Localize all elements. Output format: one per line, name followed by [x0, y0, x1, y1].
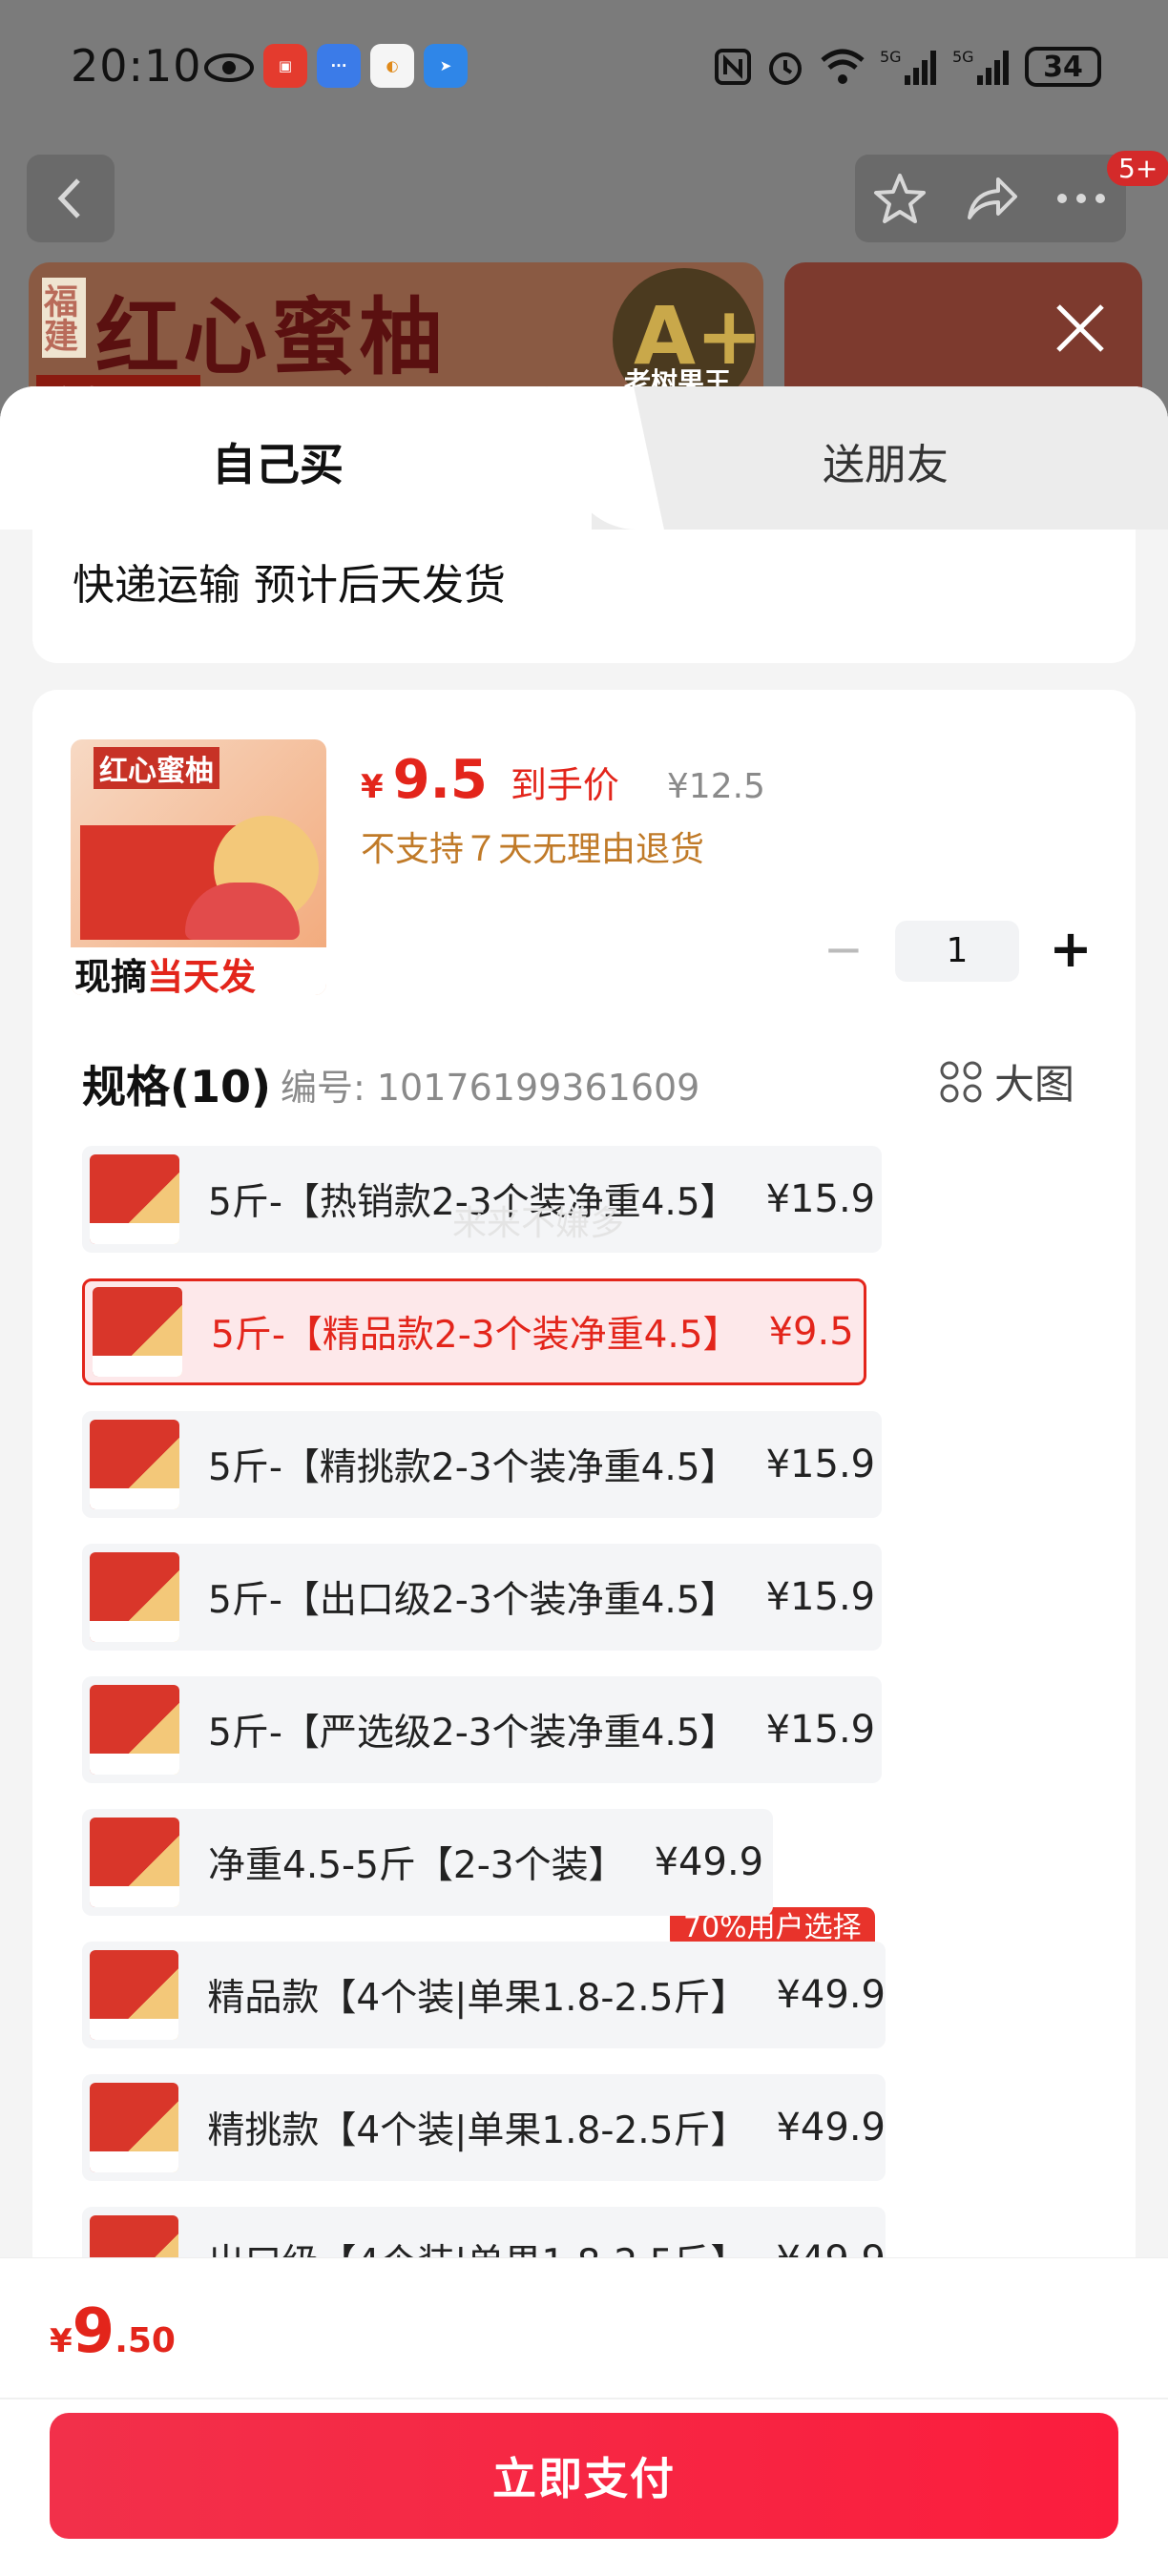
star-icon[interactable]	[871, 170, 928, 227]
alarm-icon	[769, 52, 802, 85]
option-price: ¥15.9	[765, 1443, 876, 1486]
thumbnail-caption-a: 现摘	[74, 956, 148, 995]
total-symbol: ¥	[50, 2322, 73, 2360]
status-bar: 20:10 ▣ ··· ◐ ➤ 5G 5G 34	[0, 0, 1168, 134]
battery-indicator: 34	[1025, 47, 1101, 87]
spec-option[interactable]: 5斤-【精挑款2-3个装净重4.5】 ¥15.9	[82, 1411, 882, 1518]
thumbnail-title: 红心蜜柚	[94, 747, 219, 789]
total-decimal: .50	[115, 2321, 176, 2360]
big-image-label: 大图	[994, 1061, 1075, 1108]
option-label: 精品款【4个装|单果1.8-2.5斤】	[207, 1977, 748, 2020]
option-price: ¥49.9	[654, 1840, 764, 1884]
signal-5g-icon: 5G	[952, 48, 1009, 85]
option-label: 精挑款【4个装|单果1.8-2.5斤】	[207, 2109, 748, 2152]
banner-side-text: 福建	[38, 278, 86, 358]
wifi-icon	[821, 49, 865, 84]
option-label: 5斤-【精挑款2-3个装净重4.5】	[208, 1446, 738, 1489]
header-actions	[855, 155, 1126, 242]
thumbnail-caption-b: 当天发	[147, 956, 257, 995]
option-thumbnail	[90, 1420, 179, 1509]
big-image-button[interactable]: 大图	[939, 1052, 1074, 1111]
nfc-icon	[715, 49, 751, 85]
svg-text:5G: 5G	[952, 48, 974, 66]
status-time: 20:10	[71, 40, 202, 92]
option-thumbnail	[93, 1287, 182, 1377]
chevron-left-icon	[57, 178, 80, 218]
option-thumbnail	[90, 1552, 179, 1642]
tab-send-to-friend[interactable]: 送朋友	[823, 430, 949, 491]
option-label: 净重4.5-5斤【2-3个装】	[208, 1844, 626, 1887]
app-icon: ◐	[370, 44, 414, 88]
purchase-tabs: 自己买 送朋友	[0, 386, 1168, 530]
option-thumbnail	[90, 2083, 179, 2172]
divider	[0, 2398, 1168, 2399]
price-line: ¥ 9.5 到手价 ¥12.5	[361, 749, 765, 811]
svg-text:5G: 5G	[880, 48, 902, 66]
option-price: ¥49.9	[776, 1973, 886, 2017]
spec-heading: 规格(10)	[82, 1061, 272, 1112]
total-price: ¥ 9 .50	[50, 2296, 176, 2367]
quantity-value[interactable]: 1	[895, 921, 1019, 982]
message-icon: ···	[317, 44, 361, 88]
original-price: ¥12.5	[666, 767, 765, 806]
shipping-info: 快递运输 预计后天发货	[73, 561, 506, 610]
option-price: ¥15.9	[765, 1575, 876, 1619]
spec-option-selected[interactable]: 5斤-【精品款2-3个装净重4.5】 ¥9.5	[82, 1278, 866, 1385]
increase-button[interactable]: +	[1042, 923, 1099, 980]
option-label: 5斤-【严选级2-3个装净重4.5】	[208, 1712, 738, 1755]
option-thumbnail	[90, 1154, 179, 1244]
option-price: ¥15.9	[765, 1708, 876, 1752]
option-thumbnail	[90, 1950, 179, 2040]
option-price: ¥15.9	[765, 1177, 876, 1221]
spec-option[interactable]: 精挑款【4个装|单果1.8-2.5斤】 ¥49.9	[82, 2074, 886, 2181]
share-icon[interactable]	[962, 170, 1019, 227]
price-label: 到手价	[510, 764, 619, 806]
tab-buy-for-self[interactable]: 自己买	[212, 430, 344, 493]
message-badge: 5+	[1107, 151, 1168, 186]
status-indicators: 5G 5G 34	[714, 42, 1101, 92]
close-icon[interactable]	[1047, 295, 1114, 362]
product-thumbnail[interactable]: 红心蜜柚 现摘当天发	[71, 739, 326, 995]
purchase-sheet: 自己买 送朋友 快递运输 预计后天发货 红心蜜柚 现摘当天发 ¥ 9.5 到手价…	[0, 386, 1168, 2576]
thumbnail-caption: 现摘当天发	[71, 947, 326, 995]
app-icon: ➤	[424, 44, 468, 88]
spec-option[interactable]: 净重4.5-5斤【2-3个装】 ¥49.9	[82, 1809, 773, 1916]
price-value: 9.5	[392, 749, 488, 811]
signal-5g-icon: 5G	[880, 48, 936, 85]
banner-title: 红心蜜柚	[95, 288, 448, 386]
product-page-header: 5+ 福建 红心蜜柚 商超品质 A+级 老树果王	[0, 134, 1168, 420]
decrease-button[interactable]: −	[815, 923, 872, 980]
total-integer: 9	[72, 2296, 115, 2367]
more-icon[interactable]	[1053, 170, 1110, 227]
option-label: 5斤-【出口级2-3个装净重4.5】	[208, 1579, 738, 1622]
watermark: 来来不嫌多	[452, 1204, 625, 1243]
option-thumbnail	[90, 1685, 179, 1775]
pay-now-button[interactable]: 立即支付	[50, 2413, 1118, 2539]
back-button[interactable]	[27, 155, 115, 242]
option-thumbnail	[90, 1818, 179, 1907]
price-symbol: ¥	[361, 768, 384, 806]
checkout-bar: ¥ 9 .50 立即支付	[0, 2257, 1168, 2576]
spec-option[interactable]: 5斤-【出口级2-3个装净重4.5】 ¥15.9	[82, 1544, 882, 1651]
option-label: 5斤-【精品款2-3个装净重4.5】	[211, 1314, 740, 1357]
spec-option[interactable]: 精品款【4个装|单果1.8-2.5斤】 ¥49.9	[82, 1942, 886, 2048]
shipping-card: 快递运输 预计后天发货	[32, 530, 1136, 663]
grid-icon	[940, 1061, 982, 1102]
option-price: ¥49.9	[776, 2106, 886, 2150]
product-code: 编号: 10176199361609	[281, 1067, 700, 1109]
app-icon: ▣	[263, 44, 307, 88]
option-price: ¥9.5	[768, 1310, 854, 1354]
spec-option[interactable]: 5斤-【严选级2-3个装净重4.5】 ¥15.9	[82, 1676, 882, 1783]
return-policy-note: 不支持７天无理由退货	[361, 830, 705, 869]
eye-icon	[204, 53, 254, 82]
quantity-stepper: − 1 +	[815, 919, 1099, 984]
